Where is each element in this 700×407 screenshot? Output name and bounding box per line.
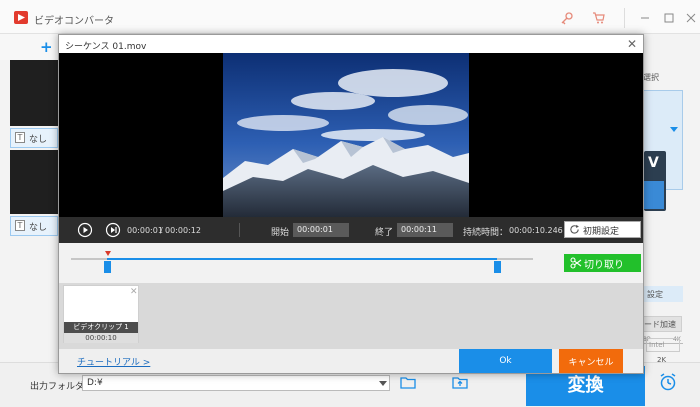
- dialog-footer: チュートリアル > Ok キャンセル: [59, 349, 643, 373]
- subtitle-label: なし: [29, 135, 48, 145]
- timeline-selection: [107, 258, 497, 260]
- file-thumbnail[interactable]: [10, 150, 58, 214]
- open-folder-icon[interactable]: [452, 375, 468, 389]
- trim-dialog: シーケンス 01.mov ✕ 00:00:01 / 00:00:12 開始 00…: [58, 34, 644, 374]
- dialog-title: シーケンス 01.mov: [65, 42, 147, 52]
- clip-duration: 00:00:10: [64, 333, 138, 343]
- scissors-icon: [570, 257, 582, 269]
- format-panel: 選択 V 設定 定 8P 4K 2K: [643, 60, 700, 364]
- reset-label: 初期設定: [583, 227, 620, 237]
- subtitle-icon: T: [15, 132, 25, 143]
- select-format-label: 選択: [643, 73, 659, 82]
- dropdown-arrow-icon: [670, 127, 678, 132]
- subtitle-icon: T: [15, 220, 25, 231]
- subtitle-selector[interactable]: T なし: [10, 216, 58, 236]
- play-icon[interactable]: [77, 222, 93, 238]
- remove-clip-icon[interactable]: ✕: [130, 287, 138, 297]
- minimize-icon[interactable]: [638, 11, 652, 25]
- format-card[interactable]: V: [643, 90, 683, 211]
- close-icon[interactable]: ✕: [625, 37, 639, 51]
- title-bar-divider: [624, 8, 625, 28]
- next-frame-icon[interactable]: [105, 222, 121, 238]
- quicktime-icon: [644, 181, 664, 209]
- end-time-input[interactable]: 00:00:11: [397, 223, 453, 237]
- playhead-marker[interactable]: [105, 251, 111, 256]
- controls-divider: [239, 223, 240, 237]
- start-time-label: 開始: [271, 228, 290, 238]
- timeline: 切り取り: [59, 243, 643, 283]
- cut-button[interactable]: 切り取り: [564, 254, 641, 272]
- current-time: 00:00:01: [127, 226, 163, 235]
- clip-card[interactable]: ✕ ビデオクリップ 1 00:00:10: [63, 285, 139, 343]
- alarm-clock-icon[interactable]: [658, 372, 678, 392]
- chevron-down-icon[interactable]: [379, 381, 387, 386]
- close-icon[interactable]: [684, 11, 698, 25]
- cut-label: 切り取り: [584, 260, 624, 271]
- cart-icon[interactable]: [592, 11, 606, 25]
- duration-label: 持続時間：: [463, 228, 509, 238]
- clips-list: ✕ ビデオクリップ 1 00:00:10: [59, 283, 643, 349]
- time-separator: /: [160, 226, 163, 235]
- hardware-accel-toggle[interactable]: ード加速: [640, 316, 682, 332]
- reset-button[interactable]: 初期設定: [564, 221, 641, 238]
- key-icon[interactable]: [560, 11, 574, 25]
- dialog-title-bar: シーケンス 01.mov ✕: [59, 35, 643, 53]
- duration-value: 00:00:10.246: [509, 226, 563, 235]
- video-frame-image: [223, 53, 469, 217]
- cancel-button[interactable]: キャンセル: [559, 349, 623, 373]
- title-bar: ビデオコンバータ: [0, 0, 700, 34]
- refresh-icon: [570, 224, 579, 234]
- end-time-label: 終了: [375, 228, 394, 238]
- subtitle-selector[interactable]: T なし: [10, 128, 58, 148]
- total-time: 00:00:12: [165, 226, 201, 235]
- tutorial-link[interactable]: チュートリアル >: [77, 355, 150, 368]
- settings-button[interactable]: 設定: [643, 286, 683, 302]
- playback-controls: 00:00:01 / 00:00:12 開始 00:00:01 終了 00:00…: [59, 217, 643, 243]
- ok-button[interactable]: Ok: [459, 349, 552, 373]
- subtitle-label: なし: [29, 223, 48, 233]
- add-file-icon[interactable]: +: [40, 38, 53, 56]
- intel-badge: Intel: [646, 338, 680, 352]
- folder-icon[interactable]: [400, 375, 416, 389]
- start-time-input[interactable]: 00:00:01: [293, 223, 349, 237]
- trim-end-handle[interactable]: [494, 261, 501, 273]
- file-thumbnail[interactable]: [10, 60, 58, 126]
- app-title: ビデオコンバータ: [34, 16, 114, 27]
- output-folder-input[interactable]: D:¥: [82, 375, 390, 391]
- video-preview: [59, 53, 643, 217]
- app-logo-icon: [14, 11, 28, 24]
- clip-name: ビデオクリップ 1: [64, 322, 138, 333]
- trim-start-handle[interactable]: [104, 261, 111, 273]
- maximize-icon[interactable]: [662, 11, 676, 25]
